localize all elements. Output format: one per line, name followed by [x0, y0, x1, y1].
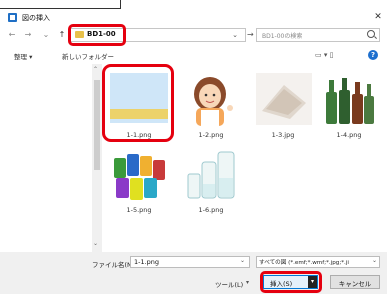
new-folder-button[interactable]: 新しいフォルダー	[62, 51, 114, 61]
navigation-pane	[0, 64, 92, 252]
picture-icon	[8, 13, 17, 22]
file-thumbnail-1-2[interactable]	[184, 72, 238, 126]
search-placeholder: BD1-00の検索	[262, 33, 303, 40]
window-title: 図の挿入	[22, 14, 50, 22]
recent-locations-chevron-icon[interactable]: ⌄	[40, 29, 52, 41]
divider	[120, 0, 121, 9]
divider	[0, 8, 120, 9]
file-name[interactable]: 1-4.png	[314, 131, 384, 139]
help-icon[interactable]: ?	[368, 50, 378, 60]
scroll-up-icon[interactable]: ⌃	[93, 66, 98, 73]
filename-value: 1-1.png	[134, 258, 160, 266]
filetype-dropdown-icon[interactable]: ⌄	[372, 257, 377, 264]
tools-button[interactable]: ツール(L)	[215, 279, 243, 289]
file-thumbnail-1-5[interactable]	[110, 148, 168, 202]
selected-file-highlight-frame	[102, 64, 174, 142]
forward-arrow-icon[interactable]: →	[22, 29, 34, 41]
file-thumbnail-1-6[interactable]	[184, 148, 240, 202]
up-arrow-icon[interactable]: ↑	[56, 29, 68, 41]
close-button[interactable]: ✕	[372, 11, 384, 23]
address-highlight-frame	[68, 24, 126, 46]
filetype-value: すべての図 (*.emf;*.wmf;*.jpg;*.ji	[259, 260, 349, 266]
file-name[interactable]: 1-2.png	[176, 131, 246, 139]
scroll-down-icon[interactable]: ⌄	[93, 240, 98, 247]
back-arrow-icon[interactable]: ←	[6, 29, 18, 41]
filename-dropdown-icon[interactable]: ⌄	[240, 257, 245, 264]
cancel-button-label: キャンセル	[338, 280, 372, 288]
file-name[interactable]: 1-5.png	[104, 206, 174, 214]
organize-button[interactable]: 整理 ▾	[14, 51, 32, 61]
file-name[interactable]: 1-3.jpg	[248, 131, 318, 139]
scrollbar-thumb[interactable]	[94, 80, 100, 170]
top-strip	[0, 0, 387, 10]
file-thumbnail-1-3[interactable]	[256, 73, 312, 125]
file-name[interactable]: 1-6.png	[176, 206, 246, 214]
title-bar	[0, 10, 387, 26]
address-dropdown-icon[interactable]: ⌄	[230, 29, 240, 41]
search-icon[interactable]	[367, 30, 375, 38]
file-thumbnail-1-4[interactable]	[322, 72, 376, 124]
tools-dropdown-icon[interactable]: ▾	[246, 279, 249, 286]
insert-highlight-frame	[260, 271, 322, 293]
view-options-icon[interactable]: ▭ ▾ ▯	[315, 51, 333, 59]
